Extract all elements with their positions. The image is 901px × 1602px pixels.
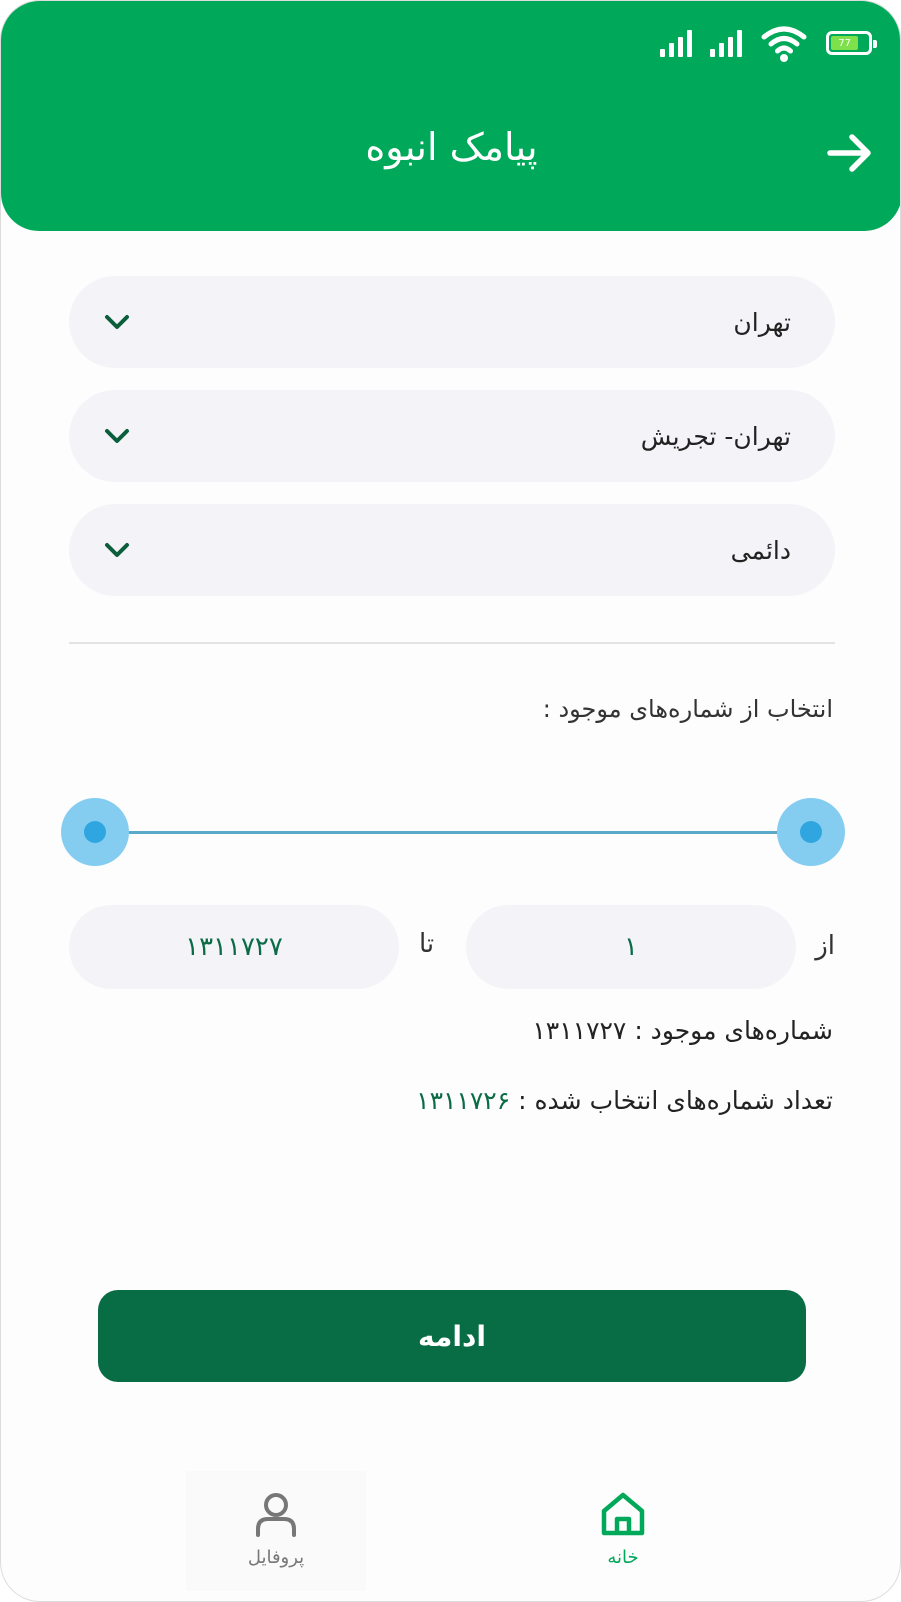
user-icon xyxy=(256,1493,296,1537)
home-icon xyxy=(601,1492,645,1536)
slider-thumb-min[interactable] xyxy=(61,798,129,866)
province-select[interactable]: تهران xyxy=(69,276,835,368)
selected-value: ۱۳۱۱۷۲۶ xyxy=(416,1086,511,1115)
signal-icon xyxy=(710,29,742,57)
divider xyxy=(69,642,835,644)
arrow-right-icon[interactable] xyxy=(826,131,874,175)
to-label: تا xyxy=(419,929,435,959)
type-select-value: دائمی xyxy=(730,535,791,565)
app-screen: 77 پیامک انبوه تهران تهران- تجریش دائمی … xyxy=(0,0,901,1602)
chevron-down-icon xyxy=(105,543,129,557)
battery-icon: 77 xyxy=(826,31,877,55)
slider-thumb-max[interactable] xyxy=(777,798,845,866)
type-select[interactable]: دائمی xyxy=(69,504,835,596)
continue-button[interactable]: ادامه xyxy=(98,1290,806,1382)
wifi-icon xyxy=(761,26,807,62)
nav-home[interactable]: خانه xyxy=(533,1471,713,1591)
from-label: از xyxy=(815,931,835,961)
range-label: انتخاب از شماره‌های موجود : xyxy=(542,695,833,723)
from-input[interactable]: ۱ xyxy=(466,905,796,989)
selected-numbers-info: تعداد شماره‌های انتخاب شده : ۱۳۱۱۷۲۶ xyxy=(416,1086,833,1115)
range-slider[interactable] xyxy=(61,798,845,866)
chevron-down-icon xyxy=(105,315,129,329)
nav-profile[interactable]: پروفایل xyxy=(186,1471,366,1591)
province-select-value: تهران xyxy=(733,307,791,337)
app-header: 77 پیامک انبوه xyxy=(1,1,900,231)
status-bar: 77 xyxy=(660,23,877,63)
region-select[interactable]: تهران- تجریش xyxy=(69,390,835,482)
available-label: شماره‌های موجود : xyxy=(634,1016,833,1045)
nav-home-label: خانه xyxy=(607,1547,639,1568)
chevron-down-icon xyxy=(105,429,129,443)
selected-label: تعداد شماره‌های انتخاب شده : xyxy=(518,1086,833,1115)
region-select-value: تهران- تجریش xyxy=(640,421,791,451)
page-title: پیامک انبوه xyxy=(365,125,538,169)
battery-level: 77 xyxy=(831,36,859,50)
signal-icon xyxy=(660,29,692,57)
available-numbers-info: شماره‌های موجود : ۱۳۱۱۷۲۷ xyxy=(532,1016,833,1045)
available-value: ۱۳۱۱۷۲۷ xyxy=(532,1016,627,1045)
to-input[interactable]: ۱۳۱۱۷۲۷ xyxy=(69,905,399,989)
nav-profile-label: پروفایل xyxy=(247,1547,305,1568)
range-inputs: از ۱ تا ۱۳۱۱۷۲۷ xyxy=(1,905,900,989)
bottom-nav: پروفایل خانه xyxy=(1,1471,900,1601)
slider-track xyxy=(95,831,811,834)
